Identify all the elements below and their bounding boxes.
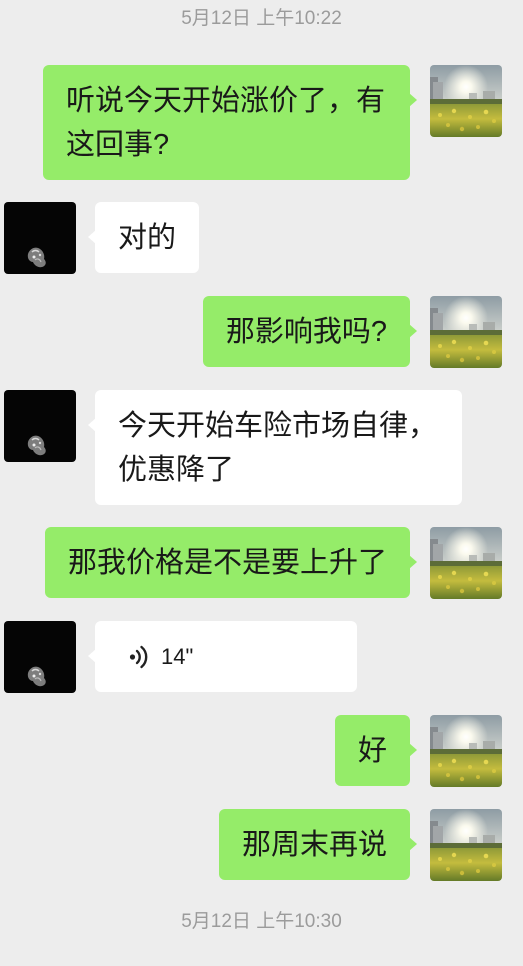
message-row-sent: 那影响我吗? xyxy=(0,296,523,368)
message-text: 听说今天开始涨价了，有这回事? xyxy=(66,85,386,161)
landscape-photo-avatar xyxy=(430,715,502,787)
voice-icon xyxy=(128,645,150,669)
voice-message-bubble[interactable]: 14" xyxy=(88,621,357,692)
my-avatar[interactable] xyxy=(430,715,502,787)
message-row-sent: 那我价格是不是要上升了 xyxy=(0,527,523,599)
dark-photo-avatar xyxy=(4,390,76,462)
timestamp-top: 5月12日 上午10:22 xyxy=(181,8,342,29)
message-text: 对的 xyxy=(118,222,177,254)
timestamp-bottom: 5月12日 上午10:30 xyxy=(181,911,342,932)
message-row-received: 14" xyxy=(0,621,523,693)
chat-window[interactable]: 5月12日 上午10:22 听说今天开始涨价了，有这回事? 对的 那影响我吗? … xyxy=(0,0,523,966)
my-avatar[interactable] xyxy=(430,527,502,599)
landscape-photo-avatar xyxy=(430,296,502,368)
dark-photo-avatar xyxy=(4,202,76,274)
my-avatar[interactable] xyxy=(430,296,502,368)
my-avatar[interactable] xyxy=(430,809,502,881)
sent-message-bubble[interactable]: 那我价格是不是要上升了 xyxy=(44,527,418,598)
landscape-photo-avatar xyxy=(430,809,502,881)
message-text: 今天开始车险市场自律，优惠降了 xyxy=(118,410,438,486)
message-row-received: 今天开始车险市场自律，优惠降了 xyxy=(0,390,523,505)
sent-message-bubble[interactable]: 好 xyxy=(334,715,418,786)
message-text: 那影响我吗? xyxy=(225,316,387,348)
voice-duration: 14" xyxy=(161,644,194,669)
contact-avatar[interactable] xyxy=(4,390,76,462)
sent-message-bubble[interactable]: 听说今天开始涨价了，有这回事? xyxy=(43,65,417,180)
dark-photo-avatar xyxy=(4,621,76,693)
sent-message-bubble[interactable]: 那影响我吗? xyxy=(202,296,418,367)
landscape-photo-avatar xyxy=(430,65,502,137)
sent-message-bubble[interactable]: 那周末再说 xyxy=(218,809,418,880)
received-message-bubble[interactable]: 对的 xyxy=(87,202,200,273)
message-text: 好 xyxy=(357,735,387,767)
contact-avatar[interactable] xyxy=(4,621,76,693)
message-row-sent: 听说今天开始涨价了，有这回事? xyxy=(0,65,523,180)
contact-avatar[interactable] xyxy=(4,202,76,274)
message-row-received: 对的 xyxy=(0,202,523,274)
message-row-sent: 好 xyxy=(0,715,523,787)
message-text: 那我价格是不是要上升了 xyxy=(67,547,387,579)
received-message-bubble[interactable]: 今天开始车险市场自律，优惠降了 xyxy=(88,390,462,505)
my-avatar[interactable] xyxy=(430,65,502,137)
landscape-photo-avatar xyxy=(430,527,502,599)
message-text: 那周末再说 xyxy=(241,829,387,861)
message-row-sent: 那周末再说 xyxy=(0,809,523,881)
